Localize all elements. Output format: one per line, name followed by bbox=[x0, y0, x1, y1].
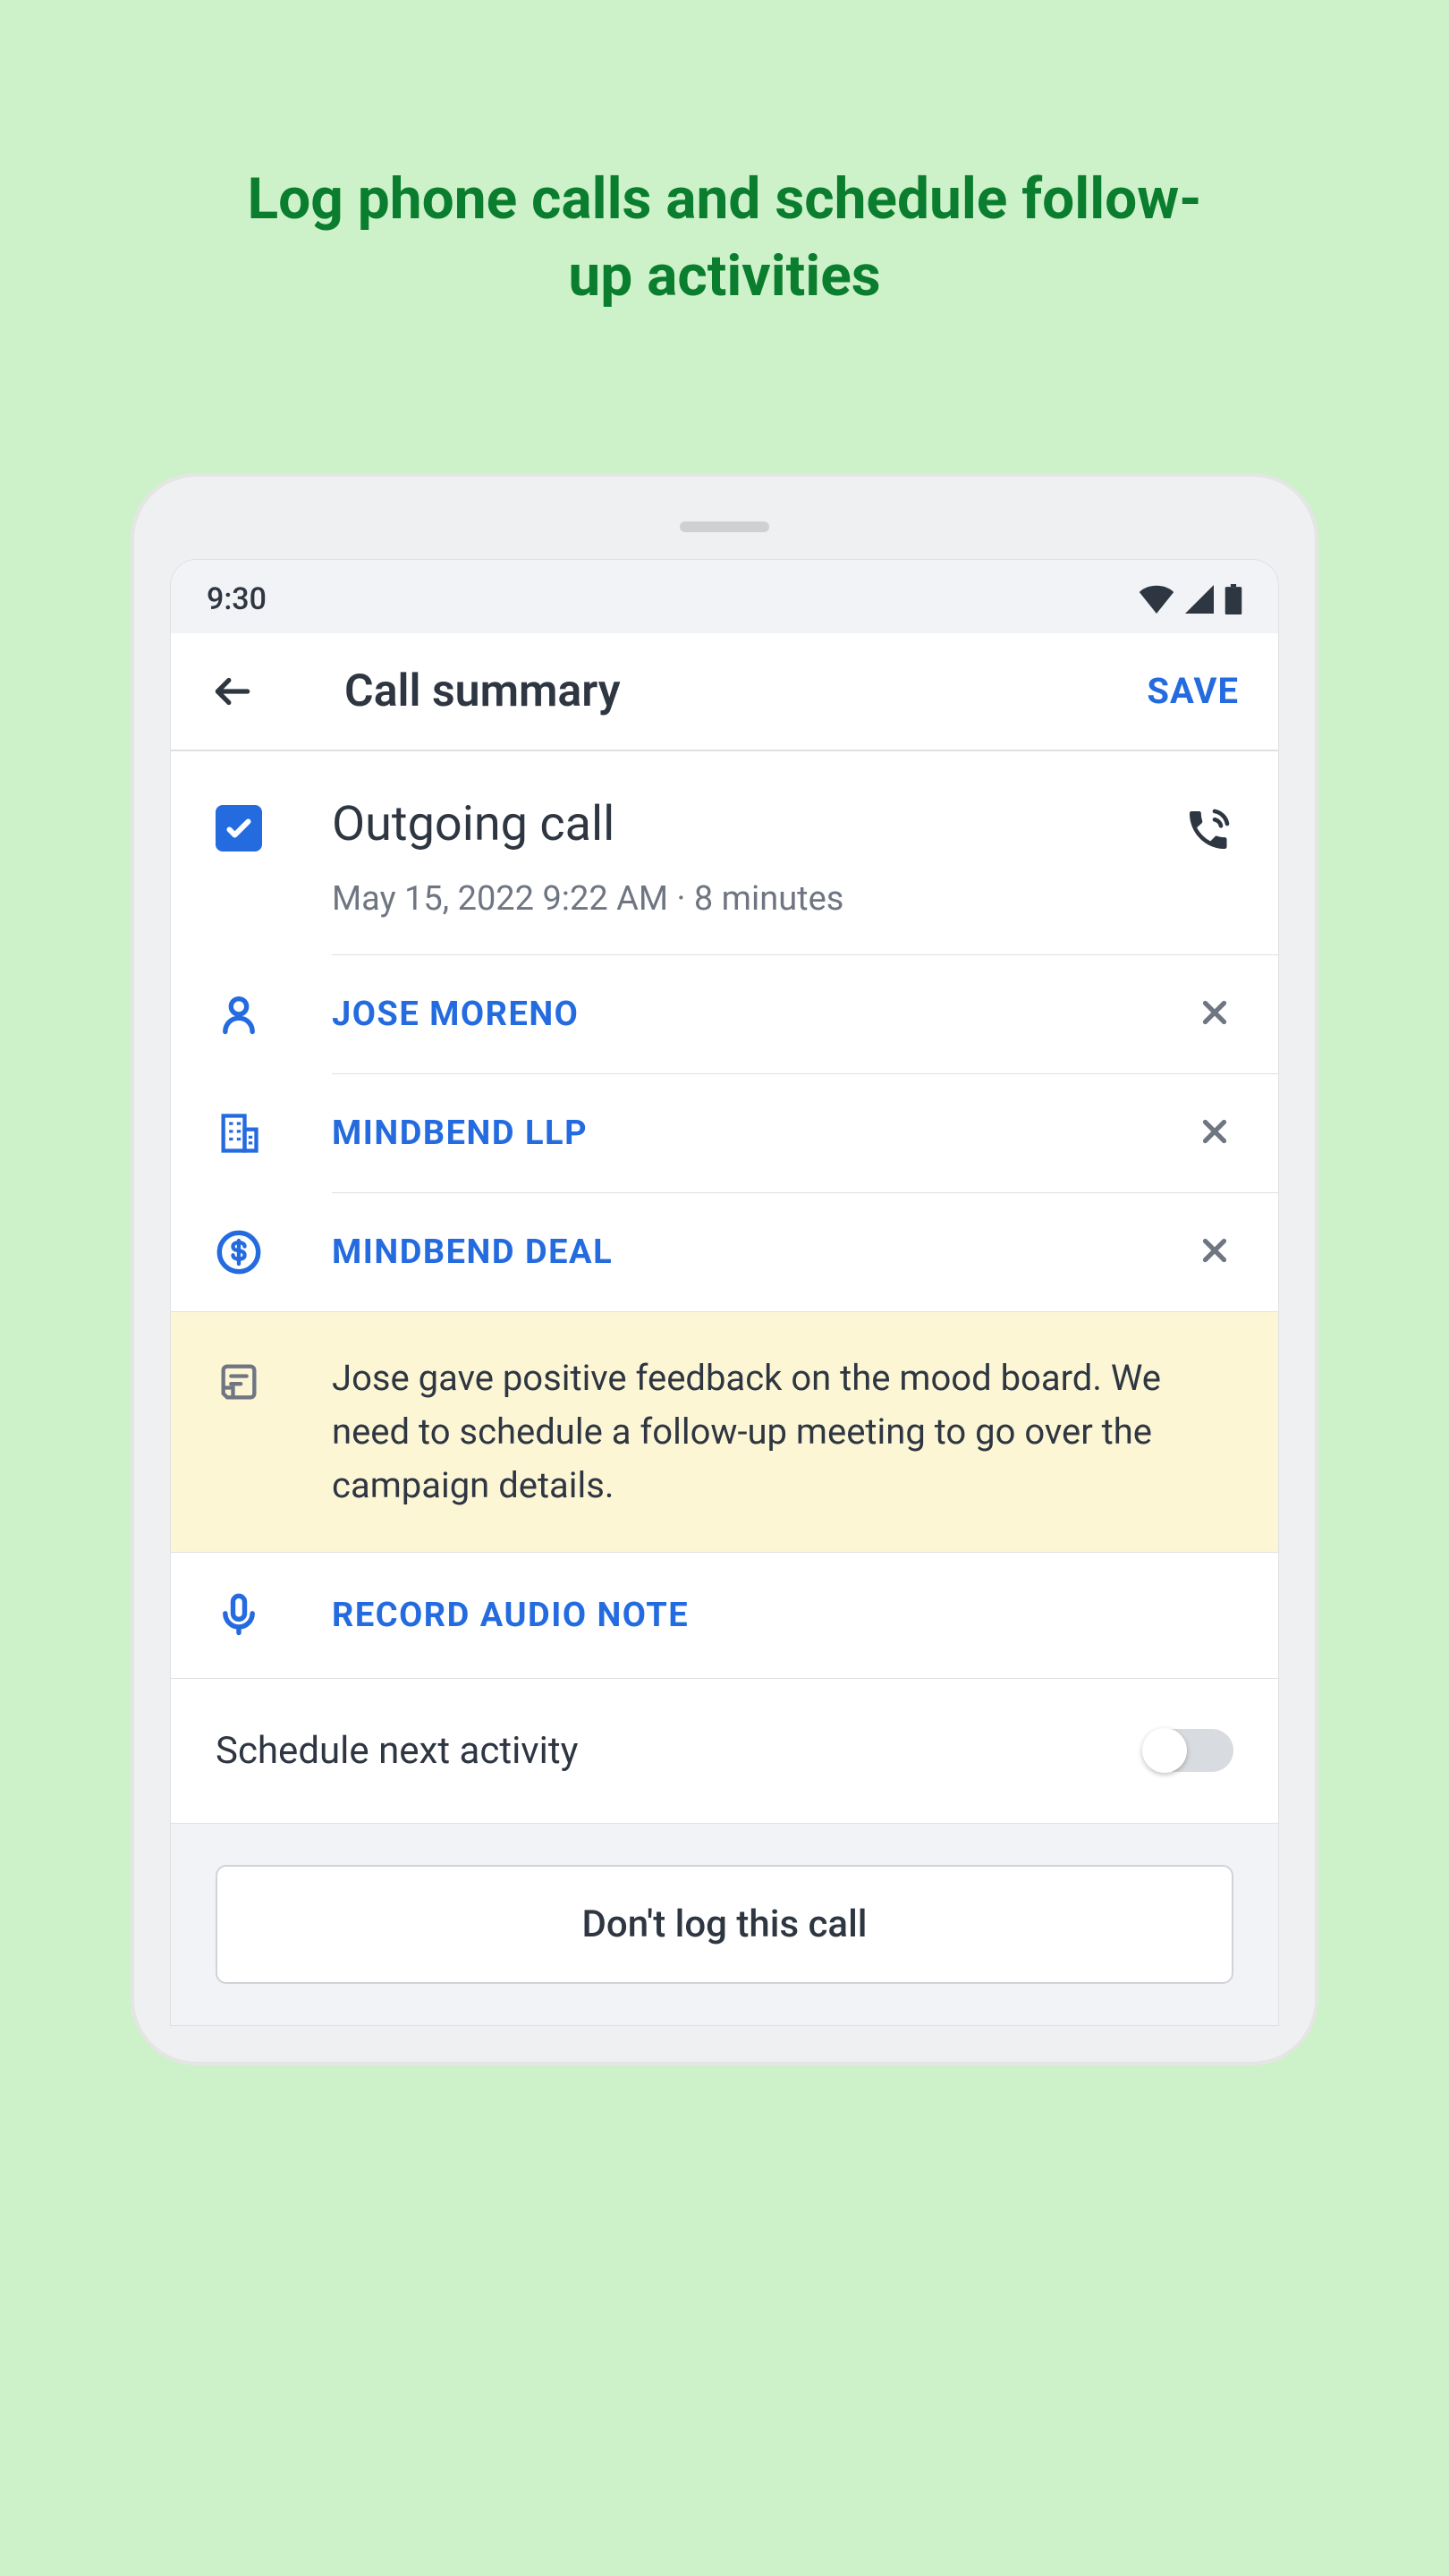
remove-deal-button[interactable] bbox=[1196, 1232, 1233, 1273]
dollar-icon bbox=[216, 1229, 262, 1275]
close-icon bbox=[1196, 994, 1233, 1031]
marketing-headline: Log phone calls and schedule follow-up a… bbox=[233, 161, 1216, 316]
log-call-checkbox[interactable] bbox=[216, 805, 262, 852]
record-audio-row[interactable]: RECORD AUDIO NOTE bbox=[171, 1552, 1278, 1678]
deal-name: MINDBEND DEAL bbox=[332, 1233, 1196, 1272]
status-bar: 9:30 bbox=[171, 560, 1278, 633]
close-icon bbox=[1196, 1232, 1233, 1269]
remove-contact-button[interactable] bbox=[1196, 994, 1233, 1035]
dont-log-button[interactable]: Don't log this call bbox=[216, 1865, 1233, 1984]
deal-row[interactable]: MINDBEND DEAL bbox=[171, 1193, 1278, 1311]
battery-icon bbox=[1224, 584, 1242, 614]
phone-notch bbox=[680, 521, 769, 532]
back-button[interactable] bbox=[210, 669, 255, 714]
call-type-label: Outgoing call bbox=[332, 796, 1183, 852]
save-button[interactable]: SAVE bbox=[1147, 670, 1239, 712]
record-audio-label: RECORD AUDIO NOTE bbox=[332, 1596, 689, 1635]
contact-name: JOSE MORENO bbox=[332, 995, 1196, 1034]
contact-row[interactable]: JOSE MORENO bbox=[171, 955, 1278, 1073]
phone-mockup: 9:30 Call summary SAVE bbox=[134, 477, 1315, 2062]
note-icon bbox=[216, 1359, 262, 1405]
phone-screen: 9:30 Call summary SAVE bbox=[170, 559, 1279, 2026]
footer: Don't log this call bbox=[171, 1823, 1278, 2025]
microphone-icon bbox=[216, 1592, 262, 1639]
person-icon bbox=[216, 991, 262, 1038]
building-icon bbox=[216, 1110, 262, 1157]
status-time: 9:30 bbox=[207, 581, 267, 617]
remove-company-button[interactable] bbox=[1196, 1113, 1233, 1154]
app-header: Call summary SAVE bbox=[171, 633, 1278, 751]
status-icons bbox=[1139, 584, 1242, 614]
wifi-icon bbox=[1139, 585, 1174, 614]
toggle-knob bbox=[1142, 1728, 1187, 1773]
content-area: Outgoing call May 15, 2022 9:22 AM · 8 m… bbox=[171, 751, 1278, 2025]
call-header-row: Outgoing call May 15, 2022 9:22 AM · 8 m… bbox=[171, 751, 1278, 928]
cellular-icon bbox=[1183, 585, 1216, 614]
schedule-label: Schedule next activity bbox=[216, 1729, 578, 1773]
note-row[interactable]: Jose gave positive feedback on the mood … bbox=[171, 1311, 1278, 1552]
outgoing-call-icon bbox=[1183, 796, 1233, 919]
check-icon bbox=[223, 812, 255, 844]
schedule-toggle[interactable] bbox=[1144, 1729, 1233, 1772]
call-timestamp: May 15, 2022 9:22 AM · 8 minutes bbox=[332, 879, 1183, 919]
company-row[interactable]: MINDBEND LLP bbox=[171, 1074, 1278, 1192]
schedule-row: Schedule next activity bbox=[171, 1678, 1278, 1823]
note-text: Jose gave positive feedback on the mood … bbox=[332, 1352, 1233, 1513]
page-title: Call summary bbox=[344, 665, 1147, 717]
arrow-left-icon bbox=[210, 669, 255, 714]
close-icon bbox=[1196, 1113, 1233, 1150]
company-name: MINDBEND LLP bbox=[332, 1114, 1196, 1153]
